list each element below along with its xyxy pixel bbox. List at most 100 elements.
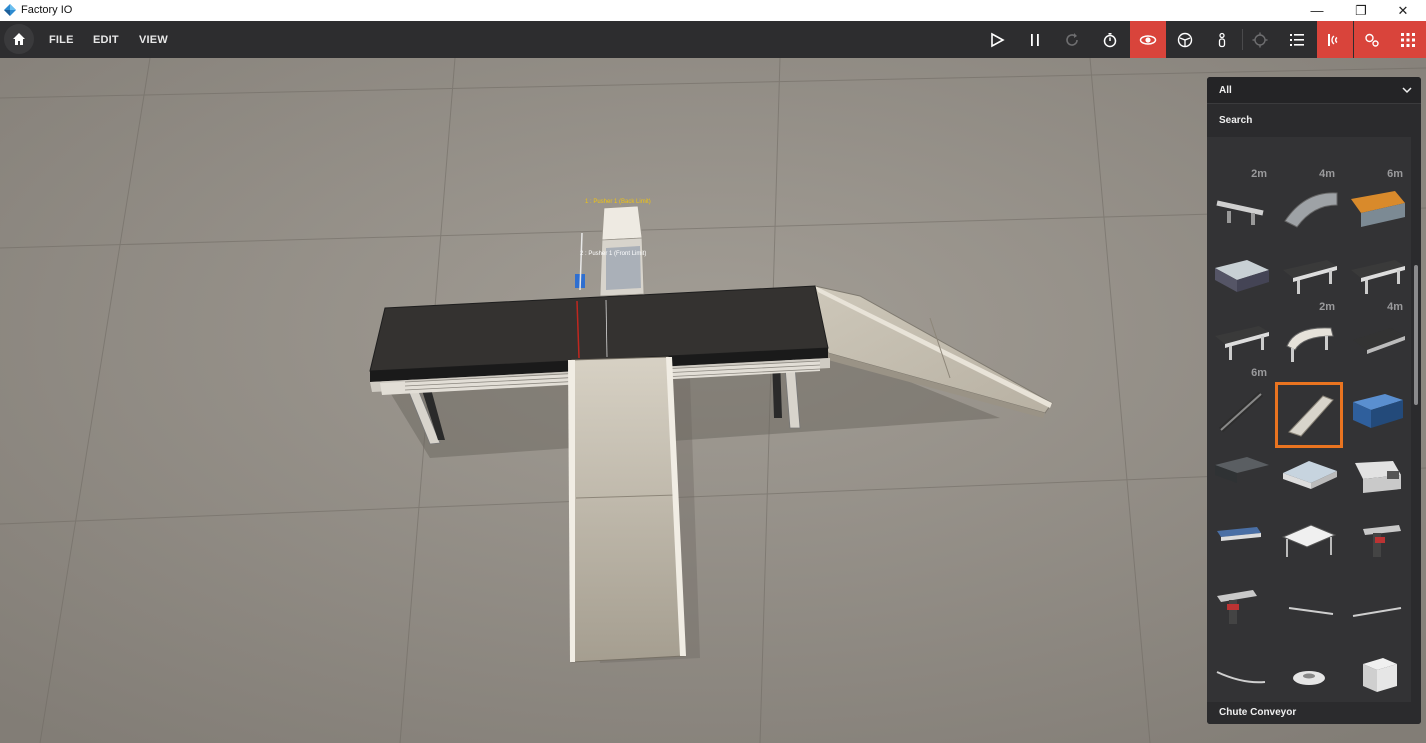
minimize-icon: — xyxy=(1310,3,1324,18)
palette-item[interactable] xyxy=(1275,316,1343,382)
palette-item[interactable]: 2m xyxy=(1207,137,1275,183)
sensors-button[interactable] xyxy=(1317,21,1353,58)
reset-button[interactable] xyxy=(1054,21,1090,58)
spiral-conveyor-icon xyxy=(1215,457,1269,483)
palette-item[interactable] xyxy=(1275,648,1343,702)
heavy-pallet-conveyor-icon xyxy=(1353,394,1403,428)
palette-item[interactable] xyxy=(1207,515,1275,581)
palette-grid: 2m 4m 6m 2m 4m 6m xyxy=(1207,137,1411,702)
maximize-icon: ❐ xyxy=(1355,2,1367,18)
orbit-camera-button[interactable] xyxy=(1130,21,1166,58)
palette-item[interactable]: 4m xyxy=(1343,250,1411,316)
side-guide-icon xyxy=(1288,607,1334,615)
palette-item[interactable] xyxy=(1343,382,1411,448)
palette-item-length: 2m xyxy=(1319,301,1335,313)
palette-item[interactable] xyxy=(1275,582,1343,648)
sensor-label-back-limit: 1 : Pusher 1 (Back Limit) xyxy=(585,199,651,205)
palette-item[interactable]: 2m xyxy=(1275,250,1343,316)
palette-item[interactable] xyxy=(1343,316,1411,382)
curved-roller-conveyor-icon xyxy=(1284,192,1338,228)
transfer-table-icon xyxy=(1283,461,1337,489)
palette-item-length: 2m xyxy=(1251,168,1267,180)
list-icon xyxy=(1290,33,1304,46)
menu-view[interactable]: VIEW xyxy=(139,34,168,46)
palette-item[interactable] xyxy=(1275,382,1343,448)
palette-item[interactable] xyxy=(1343,183,1411,249)
close-icon: ✕ xyxy=(1397,2,1409,18)
pause-icon xyxy=(1031,33,1039,46)
palette-search-input[interactable]: Search xyxy=(1207,110,1421,134)
palette-item-length: 6m xyxy=(1387,168,1403,180)
timer-button[interactable] xyxy=(1092,21,1128,58)
lift-transfer-icon xyxy=(1281,524,1337,557)
home-button[interactable] xyxy=(4,24,34,54)
light-roller-conveyor-icon xyxy=(1216,200,1264,225)
title-bar: Factory IO — ❐ ✕ xyxy=(0,0,1426,21)
palette-filter-value: All xyxy=(1219,85,1232,96)
palette-footer: Chute Conveyor xyxy=(1207,702,1421,724)
palette-item-length: 4m xyxy=(1387,301,1403,313)
target-button[interactable] xyxy=(1242,21,1278,58)
reset-icon xyxy=(1066,32,1078,46)
chute-conveyor-icon xyxy=(1288,395,1334,437)
drivers-button[interactable] xyxy=(1354,21,1390,58)
orbit-camera-icon xyxy=(1139,34,1157,45)
palette-item[interactable] xyxy=(1207,582,1275,648)
menu-edit[interactable]: EDIT xyxy=(93,34,119,46)
fly-camera-button[interactable] xyxy=(1167,21,1203,58)
parts-palette: All Search 2m 4m 6m 2m 4m 6m Chute Conveyor xyxy=(1207,77,1421,724)
palette-search-label: Search xyxy=(1219,115,1253,126)
close-button[interactable]: ✕ xyxy=(1380,0,1426,21)
chevron-down-icon xyxy=(1402,87,1412,94)
minimize-button[interactable]: — xyxy=(1294,0,1340,21)
maximize-button[interactable]: ❐ xyxy=(1338,0,1384,21)
straight-chute[interactable] xyxy=(568,356,686,663)
palette-scrollbar-thumb[interactable] xyxy=(1414,265,1418,405)
pause-button[interactable] xyxy=(1017,21,1053,58)
sensor-label-front-limit: 2 : Pusher 1 (Front Limit) xyxy=(580,251,647,257)
palette-item[interactable] xyxy=(1343,582,1411,648)
pusher-icon xyxy=(1217,527,1261,541)
play-icon xyxy=(991,32,1005,47)
palette-item[interactable] xyxy=(1207,382,1275,448)
menu-file[interactable]: FILE xyxy=(49,34,74,46)
side-guide-long-icon xyxy=(1352,607,1402,617)
palette-item[interactable]: 6m xyxy=(1343,137,1411,183)
palette-item[interactable]: 6m xyxy=(1207,316,1275,382)
sensors-icon xyxy=(1328,33,1338,46)
palette-item[interactable] xyxy=(1275,515,1343,581)
palette-item[interactable] xyxy=(1207,449,1275,515)
palette-item[interactable] xyxy=(1207,183,1275,249)
heavy-roller-conveyor-icon xyxy=(1351,191,1405,227)
menu-bar: FILE EDIT VIEW xyxy=(0,21,1426,58)
light-belt-conveyor-icon xyxy=(1353,328,1405,354)
first-person-icon xyxy=(1218,32,1226,47)
palette-item[interactable] xyxy=(1343,449,1411,515)
palette-item-length: 4m xyxy=(1319,168,1335,180)
target-icon xyxy=(1252,32,1268,47)
play-button[interactable] xyxy=(979,21,1015,58)
palette-filter-dropdown[interactable]: All xyxy=(1207,77,1421,104)
first-person-button[interactable] xyxy=(1204,21,1240,58)
pivot-arm-sorter-icon xyxy=(1363,525,1401,557)
roller-transfer-icon xyxy=(1215,260,1269,292)
palette-button[interactable] xyxy=(1390,21,1426,58)
curved-belt-conveyor-icon xyxy=(1286,327,1334,362)
palette-item[interactable] xyxy=(1275,449,1343,515)
turntable-icon xyxy=(1355,461,1401,493)
palette-item[interactable] xyxy=(1207,250,1275,316)
curved-side-guide-icon xyxy=(1216,671,1266,684)
round-stopper-icon xyxy=(1293,671,1325,685)
list-button[interactable] xyxy=(1279,21,1315,58)
window-title: Factory IO xyxy=(21,4,73,16)
palette-item[interactable] xyxy=(1207,648,1275,702)
home-icon xyxy=(13,33,25,45)
selected-item-name: Chute Conveyor xyxy=(1219,707,1297,718)
roller-chute-icon xyxy=(1218,391,1264,433)
palette-item[interactable] xyxy=(1275,183,1343,249)
palette-item[interactable]: 4m xyxy=(1275,137,1343,183)
palette-item[interactable] xyxy=(1343,648,1411,702)
palette-scrollbar[interactable] xyxy=(1411,137,1421,702)
palette-icon xyxy=(1401,32,1415,47)
palette-item[interactable] xyxy=(1343,515,1411,581)
